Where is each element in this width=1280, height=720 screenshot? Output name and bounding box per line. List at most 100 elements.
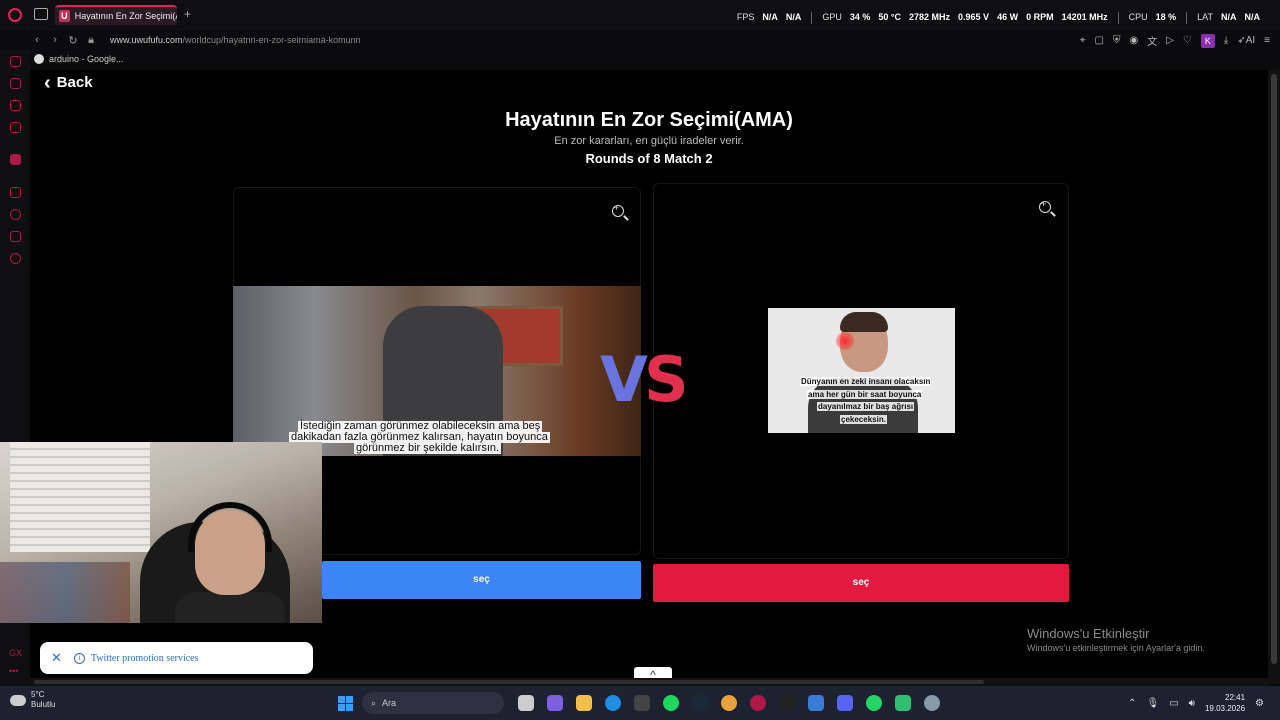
taskbar-apps <box>518 695 940 711</box>
tab-island-icon[interactable] <box>34 8 48 20</box>
tray-overflow-icon[interactable]: ⌃ <box>1128 698 1136 709</box>
search-placeholder: Ara <box>382 698 397 708</box>
epic-icon[interactable] <box>779 695 795 711</box>
gpu-power: 46 W <box>997 12 1019 22</box>
profile-avatar[interactable]: K <box>1200 33 1215 48</box>
system-tray: ⌃ 🎙︎ ▭ 🔊︎ 22:41 19.03.2026 ⚙︎ <box>1128 692 1264 714</box>
lock-icon: 🔒︎ <box>88 33 94 46</box>
vscode-icon[interactable] <box>808 695 824 711</box>
weather-condition: Bulutlu <box>31 700 56 709</box>
vs-s: S <box>643 343 689 416</box>
opera-gx-icon[interactable] <box>750 695 766 711</box>
more-icon[interactable]: ••• <box>9 666 18 676</box>
clock-date: 19.03.2026 <box>1204 704 1246 713</box>
close-icon[interactable]: ✕ <box>51 650 62 666</box>
horizontal-scrollbar[interactable] <box>30 678 1268 686</box>
ai-icon: ➶ <box>1237 35 1246 46</box>
task-view-icon[interactable] <box>518 695 534 711</box>
whatsapp-icon[interactable] <box>866 695 882 711</box>
notification-icon[interactable]: ⚙︎ <box>1255 698 1264 709</box>
microphone-icon[interactable]: 🎙︎ <box>1147 698 1160 709</box>
cpu-usage: 18 % <box>1155 12 1177 22</box>
extensions-icon[interactable] <box>10 231 21 242</box>
bookmarks-bar: arduino - Google... <box>30 51 124 67</box>
edge-icon[interactable] <box>605 695 621 711</box>
aria-ai-button[interactable]: ➶AI <box>1237 35 1255 46</box>
stats-divider <box>1117 12 1119 24</box>
hscroll-thumb[interactable] <box>34 680 984 684</box>
versus-label: VS <box>600 343 689 416</box>
volume-icon[interactable]: 🔊︎ <box>1189 698 1195 709</box>
left-caption-line-3: görünmez bir şekilde kalırsın. <box>354 442 502 454</box>
vs-v: V <box>600 343 648 416</box>
url-field[interactable]: www.uwufufu.com/worldcup/hayatnn-en-zor-… <box>110 35 361 45</box>
new-tab-button[interactable]: + <box>184 7 191 21</box>
zoom-in-icon[interactable] <box>1039 199 1051 213</box>
chevron-left-icon: ‹ <box>44 71 51 94</box>
opera-gx-logo-icon[interactable] <box>8 8 22 22</box>
store-icon[interactable] <box>634 695 650 711</box>
webcam-overlay <box>0 442 322 623</box>
weather-temp: 5°C <box>31 690 45 699</box>
bookmark-arduino[interactable]: arduino - Google... <box>49 54 124 64</box>
download-icon[interactable]: ⤓ <box>1224 35 1228 46</box>
pin-icon[interactable]: ⌖ <box>1080 35 1086 46</box>
menu-icon[interactable]: ≡ <box>1264 35 1270 46</box>
settings-icon[interactable] <box>10 253 21 264</box>
network-icon[interactable]: ▭ <box>1169 698 1178 709</box>
back-label: Back <box>56 74 93 91</box>
select-left-button[interactable]: seç <box>322 561 641 599</box>
snapshot-icon[interactable]: ▢ <box>1095 35 1104 46</box>
desktop: U Hayatının En Zor Seçimi(AM + FPS N/A N… <box>0 0 1280 720</box>
weather-widget[interactable]: 5°C Bulutlu <box>10 690 55 710</box>
lat-value-1: N/A <box>1221 12 1237 22</box>
browser-tab-active[interactable]: U Hayatının En Zor Seçimi(AM <box>55 5 177 25</box>
stats-divider <box>811 12 813 24</box>
taskbar-search[interactable]: ⌕ Ara <box>362 692 504 714</box>
gpu-temp: 50 °C <box>878 12 901 22</box>
forward-nav-icon[interactable]: › <box>48 34 62 46</box>
file-explorer-icon[interactable] <box>576 695 592 711</box>
toast-text[interactable]: Twitter promotion services <box>91 653 199 664</box>
chrome-icon[interactable] <box>721 695 737 711</box>
gx-control-icon[interactable] <box>10 78 21 89</box>
hardware-stats-overlay: FPS N/A N/A GPU 34 % 50 °C 2782 MHz 0.96… <box>737 12 1260 24</box>
promo-toast[interactable]: ✕ i Twitter promotion services <box>40 642 313 674</box>
heart-icon[interactable]: ♡ <box>1183 35 1192 46</box>
shirt-shape <box>175 592 285 623</box>
gx-sidebar-icon[interactable]: GX <box>9 648 22 658</box>
tab-title: Hayatının En Zor Seçimi(AM <box>74 11 177 21</box>
history-icon[interactable] <box>10 209 21 220</box>
adblock-icon[interactable]: ⛨ <box>1113 35 1121 46</box>
discord-icon[interactable] <box>837 695 853 711</box>
activation-message: Windows'u etkinleştirmek için Ayarlar'a … <box>1027 643 1205 653</box>
tab-favicon: U <box>59 10 70 22</box>
speed-dial-icon[interactable] <box>10 56 21 67</box>
gpu-voltage: 0.965 V <box>958 12 990 22</box>
gpu-fan: 0 RPM <box>1026 12 1054 22</box>
man-hair-shape <box>840 312 888 332</box>
player-icon[interactable]: ▷ <box>1166 35 1174 46</box>
app-icon[interactable] <box>895 695 911 711</box>
back-button[interactable]: ‹ Back <box>44 71 93 94</box>
reload-icon[interactable]: ↻ <box>66 34 80 47</box>
tracker-icon[interactable]: ◉ <box>1129 35 1138 46</box>
activation-title: Windows'u Etkinleştir <box>1027 626 1150 641</box>
zoom-in-icon[interactable] <box>612 203 624 217</box>
start-button-icon[interactable] <box>338 696 353 711</box>
windows-activation-watermark: Windows'u Etkinleştir Windows'u etkinleş… <box>1027 626 1205 653</box>
select-right-button[interactable]: seç <box>653 564 1069 602</box>
gpu-clock: 2782 MHz <box>909 12 951 22</box>
translate-icon[interactable]: 文 <box>1147 33 1157 48</box>
copilot-icon[interactable] <box>547 695 563 711</box>
steam-icon[interactable] <box>692 695 708 711</box>
settings-gear-icon[interactable] <box>924 695 940 711</box>
gpu-mem-clock: 14201 MHz <box>1061 12 1108 22</box>
gpu-label: GPU <box>822 12 842 22</box>
back-nav-icon[interactable]: ‹ <box>30 34 44 46</box>
spotify-icon[interactable] <box>663 695 679 711</box>
clock[interactable]: 22:41 19.03.2026 <box>1205 692 1245 714</box>
background-clutter-shape <box>0 562 130 623</box>
search-icon: ⌕ <box>371 697 377 708</box>
workspace-icon[interactable] <box>10 187 21 198</box>
